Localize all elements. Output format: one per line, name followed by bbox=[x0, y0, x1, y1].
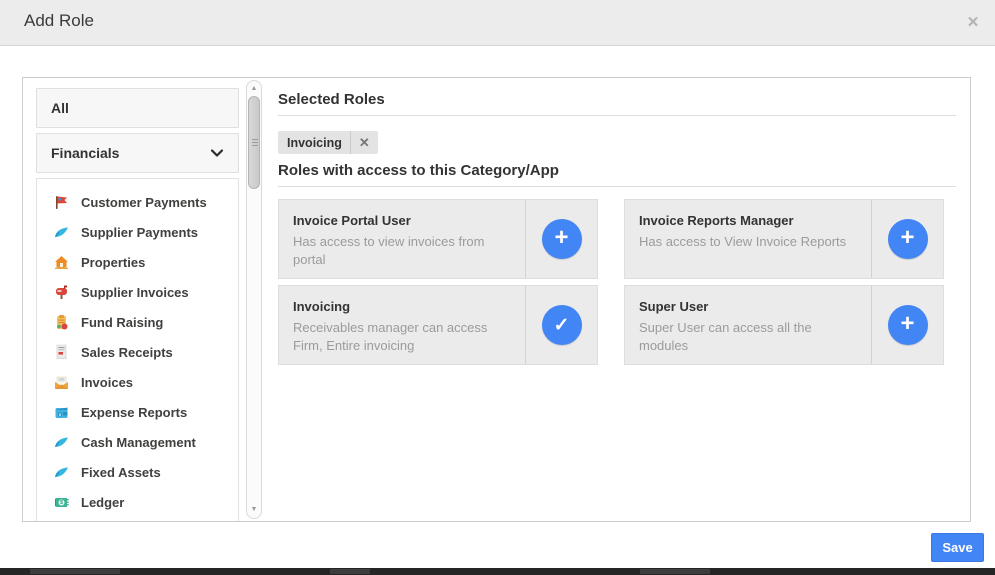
selected-tags: Invoicing ✕ bbox=[278, 131, 378, 154]
role-card: Invoicing Receivables manager can access… bbox=[278, 285, 598, 365]
sidebar-item-label: Cash Management bbox=[81, 435, 196, 450]
sidebar-item-label: Supplier Payments bbox=[81, 225, 198, 240]
scroll-up-icon[interactable]: ▲ bbox=[247, 83, 261, 95]
modal-header: Add Role ✕ bbox=[0, 0, 995, 46]
sidebar-category-financials[interactable]: Financials bbox=[36, 133, 239, 173]
role-card: Invoice Portal User Has access to view i… bbox=[278, 199, 598, 279]
add-role-modal: Add Role ✕ All Financials Customer Payme… bbox=[0, 0, 995, 575]
remove-tag-icon[interactable]: ✕ bbox=[350, 131, 378, 154]
role-card-text: Super User Super User can access all the… bbox=[625, 286, 871, 364]
sidebar-item-label: Sales Receipts bbox=[81, 345, 173, 360]
orange-clipboard-icon bbox=[53, 314, 70, 331]
sidebar-item[interactable]: $ Ledger bbox=[37, 487, 238, 517]
check-icon[interactable]: ✓ bbox=[542, 305, 582, 345]
page-title: Add Role bbox=[24, 11, 94, 31]
blue-leaf-icon bbox=[53, 224, 70, 241]
selected-roles-heading: Selected Roles bbox=[278, 91, 385, 108]
plus-icon[interactable]: + bbox=[888, 305, 928, 345]
sidebar-item[interactable]: Properties bbox=[37, 247, 238, 277]
role-action-area: ✓ bbox=[525, 286, 597, 364]
role-title: Invoicing bbox=[293, 299, 515, 314]
scrollbar-thumb[interactable] bbox=[248, 96, 260, 189]
chevron-down-icon bbox=[210, 146, 224, 160]
sidebar-item[interactable]: Customer Payments bbox=[37, 187, 238, 217]
sidebar-item-label: Supplier Invoices bbox=[81, 285, 189, 300]
save-button[interactable]: Save bbox=[931, 533, 984, 562]
plus-icon[interactable]: + bbox=[542, 219, 582, 259]
sidebar-category-list: Customer Payments Supplier Payments Prop… bbox=[36, 178, 239, 522]
modal-footer: Save bbox=[0, 522, 995, 568]
role-title: Invoice Reports Manager bbox=[639, 213, 861, 228]
role-cards-grid: Invoice Portal User Has access to view i… bbox=[278, 199, 944, 365]
sidebar-item-label: Ledger bbox=[81, 495, 124, 510]
divider bbox=[278, 186, 956, 187]
sidebar-item[interactable]: Fund Raising bbox=[37, 307, 238, 337]
sidebar-item[interactable]: Supplier Payments bbox=[37, 217, 238, 247]
role-card: Invoice Reports Manager Has access to Vi… bbox=[624, 199, 944, 279]
scrollbar-grip bbox=[252, 139, 258, 148]
role-description: Has access to View Invoice Reports bbox=[639, 233, 861, 251]
sidebar-item-label: Expense Reports bbox=[81, 405, 187, 420]
blue-leaf-icon bbox=[53, 464, 70, 481]
role-card: Super User Super User can access all the… bbox=[624, 285, 944, 365]
sidebar-item[interactable]: Sales Receipts bbox=[37, 337, 238, 367]
role-description: Receivables manager can access Firm, Ent… bbox=[293, 319, 515, 354]
role-action-area: + bbox=[871, 200, 943, 278]
sidebar-all-label: All bbox=[51, 100, 69, 116]
scroll-down-icon[interactable]: ▼ bbox=[247, 504, 261, 516]
sidebar-item-label: Fixed Assets bbox=[81, 465, 161, 480]
sidebar-item[interactable]: Supplier Invoices bbox=[37, 277, 238, 307]
sidebar-item[interactable]: Invoices bbox=[37, 367, 238, 397]
sidebar-category-label: Financials bbox=[51, 145, 119, 161]
divider bbox=[278, 115, 956, 116]
plus-icon[interactable]: + bbox=[888, 219, 928, 259]
main-area: Selected Roles Invoicing ✕ Roles with ac… bbox=[278, 78, 956, 522]
roles-access-heading: Roles with access to this Category/App bbox=[278, 162, 559, 179]
sidebar-item[interactable]: $ Expense Reports bbox=[37, 397, 238, 427]
sidebar-item[interactable]: Cash Management bbox=[37, 427, 238, 457]
svg-text:$: $ bbox=[60, 500, 63, 506]
selected-role-tag: Invoicing ✕ bbox=[278, 131, 378, 154]
role-card-text: Invoicing Receivables manager can access… bbox=[279, 286, 525, 364]
close-icon[interactable]: ✕ bbox=[963, 13, 983, 33]
orange-envelope-icon bbox=[53, 374, 70, 391]
sidebar-scrollbar[interactable]: ▲ ▼ bbox=[246, 80, 262, 519]
sidebar-item-all[interactable]: All bbox=[36, 88, 239, 128]
content-panel: All Financials Customer Payments Supplie… bbox=[22, 77, 971, 522]
sidebar-item-label: Invoices bbox=[81, 375, 133, 390]
blue-wallet-icon: $ bbox=[53, 404, 70, 421]
role-action-area: + bbox=[525, 200, 597, 278]
role-description: Super User can access all the modules bbox=[639, 319, 861, 354]
orange-house-icon bbox=[53, 254, 70, 271]
green-money-icon: $ bbox=[53, 494, 70, 511]
red-mailbox-icon bbox=[53, 284, 70, 301]
sidebar-item-label: Properties bbox=[81, 255, 145, 270]
sidebar-item-label: Fund Raising bbox=[81, 315, 163, 330]
taskbar-strip bbox=[0, 568, 995, 575]
red-flag-icon bbox=[53, 194, 70, 211]
role-title: Invoice Portal User bbox=[293, 213, 515, 228]
sidebar-item-label: Customer Payments bbox=[81, 195, 207, 210]
paid-receipt-icon bbox=[53, 344, 70, 361]
role-description: Has access to view invoices from portal bbox=[293, 233, 515, 268]
tag-label: Invoicing bbox=[287, 136, 342, 150]
role-card-text: Invoice Portal User Has access to view i… bbox=[279, 200, 525, 278]
role-title: Super User bbox=[639, 299, 861, 314]
sidebar-item[interactable]: Fixed Assets bbox=[37, 457, 238, 487]
blue-leaf-icon bbox=[53, 434, 70, 451]
role-card-text: Invoice Reports Manager Has access to Vi… bbox=[625, 200, 871, 278]
role-action-area: + bbox=[871, 286, 943, 364]
